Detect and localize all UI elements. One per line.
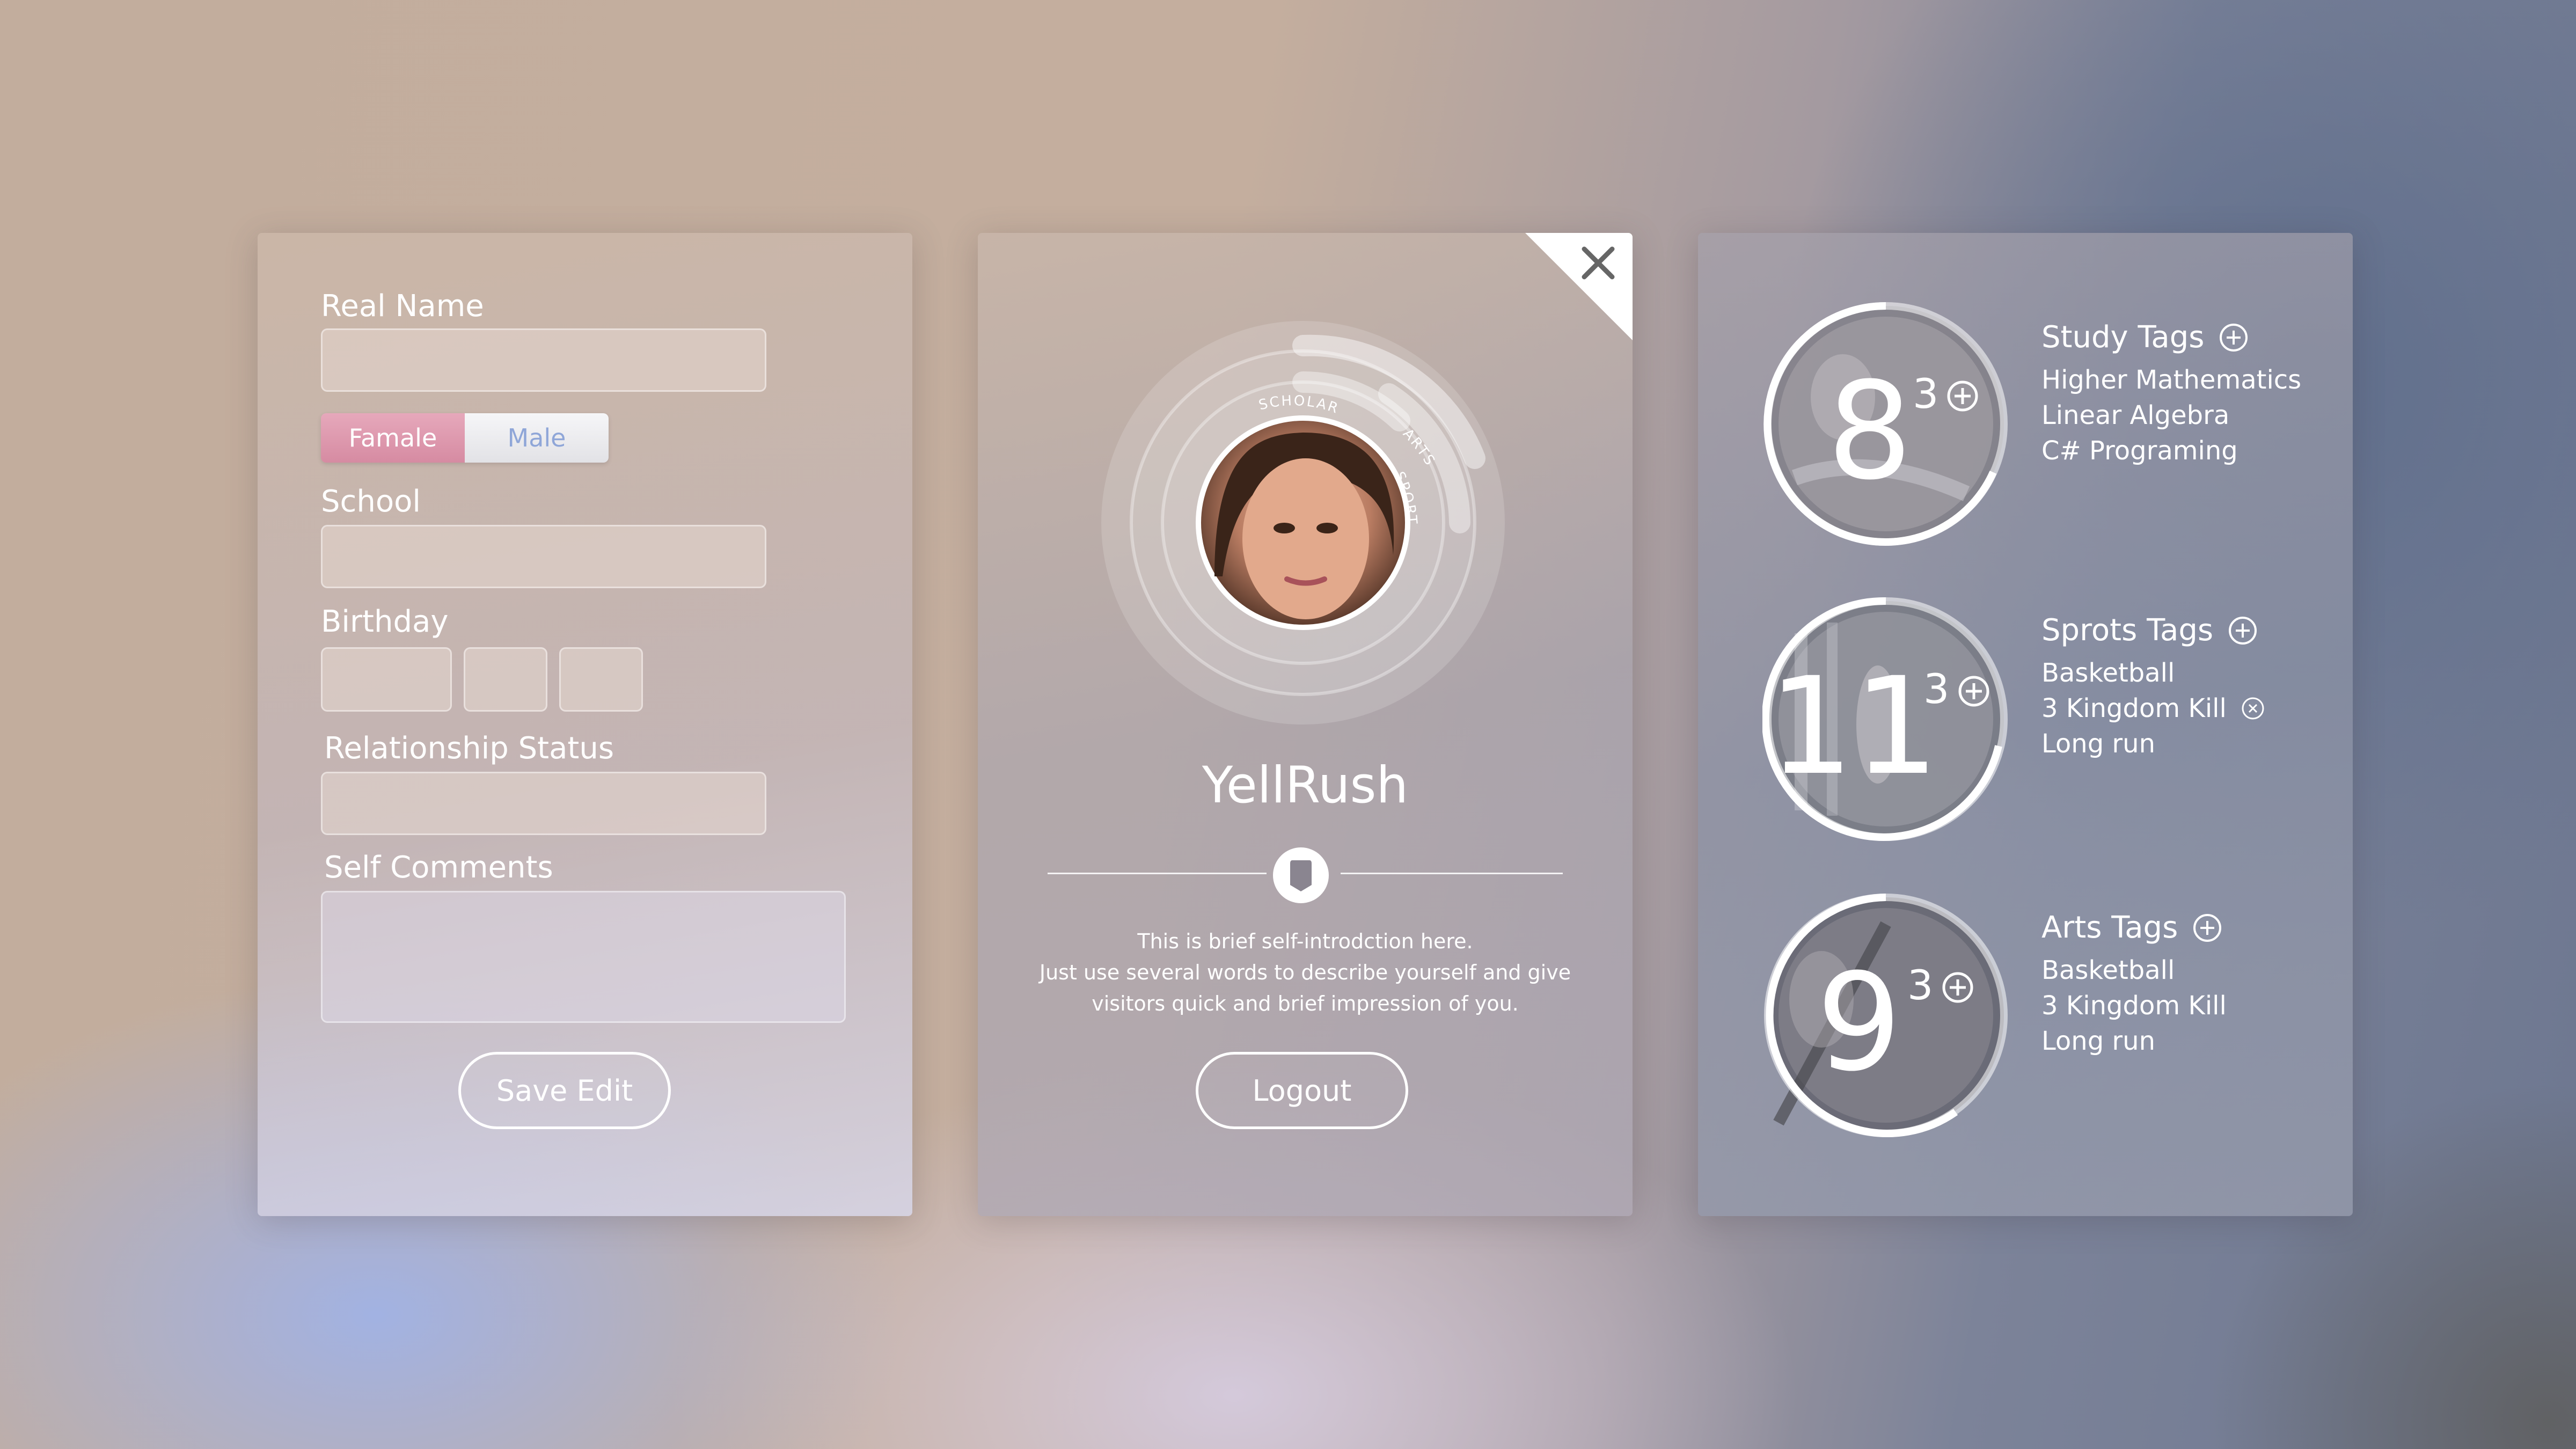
arts-tags-count: 9: [1816, 945, 1901, 1101]
sports-tags-count: 11: [1768, 648, 1939, 804]
self-comments-label: Self Comments: [324, 850, 553, 885]
sports-tags-extra: 3: [1923, 665, 1949, 713]
tags-panel: 8 3 Study Tags Higher Mathematics Linear…: [1698, 233, 2353, 1216]
gender-male-option[interactable]: Male: [465, 413, 609, 463]
study-tags-count: 8: [1827, 353, 1912, 509]
sports-tags-circle[interactable]: 11 3: [1762, 596, 2009, 843]
relationship-status-label: Relationship Status: [324, 731, 614, 766]
arts-tags-title: Arts Tags: [2041, 910, 2178, 945]
study-tag-item[interactable]: C# Programing: [2041, 436, 2238, 466]
birthday-label: Birthday: [321, 604, 449, 639]
add-study-tag-icon[interactable]: [2218, 322, 2249, 353]
self-comments-textarea[interactable]: [321, 891, 846, 1023]
birthday-month-input[interactable]: [464, 647, 547, 712]
add-sports-tag-icon[interactable]: [2227, 615, 2258, 646]
divider-left: [1048, 873, 1267, 874]
arts-tag-item[interactable]: Basketball: [2041, 955, 2175, 985]
sports-tags-header: Sprots Tags: [2041, 613, 2258, 648]
arts-tags-extra: 3: [1907, 961, 1933, 1009]
sports-tag-item[interactable]: Basketball: [2041, 658, 2175, 688]
sports-tag-item[interactable]: Long run: [2041, 729, 2155, 759]
sports-tag-item: 3 Kingdom Kill: [2041, 693, 2265, 723]
study-tags-header: Study Tags: [2041, 320, 2249, 355]
study-tag-item[interactable]: Higher Mathematics: [2041, 365, 2301, 395]
school-label: School: [321, 484, 421, 519]
real-name-label: Real Name: [321, 289, 484, 324]
divider-right: [1341, 873, 1563, 874]
badge-icon: [1273, 847, 1329, 903]
username: YellRush: [1202, 756, 1409, 815]
gender-female-option[interactable]: Famale: [321, 413, 465, 463]
relationship-status-input[interactable]: [321, 772, 766, 835]
profile-edit-panel: Real Name Famale Male School Birthday Re…: [258, 233, 912, 1216]
tag-rings: SCHOLAR ARTS SPORTS: [1099, 319, 1505, 724]
sports-tag-item-label[interactable]: 3 Kingdom Kill: [2041, 693, 2227, 723]
remove-tag-icon[interactable]: [2241, 696, 2265, 721]
logout-button[interactable]: Logout: [1196, 1052, 1408, 1129]
school-input[interactable]: [321, 525, 766, 588]
save-edit-button[interactable]: Save Edit: [458, 1052, 671, 1129]
arts-tag-item[interactable]: 3 Kingdom Kill: [2041, 991, 2227, 1021]
real-name-input[interactable]: [321, 328, 766, 392]
study-tags-title: Study Tags: [2041, 320, 2205, 355]
arts-tag-item[interactable]: Long run: [2041, 1026, 2155, 1056]
gender-toggle: Famale Male: [321, 413, 609, 463]
sports-tags-title: Sprots Tags: [2041, 613, 2214, 648]
arts-tags-header: Arts Tags: [2041, 910, 2223, 945]
arts-tags-circle[interactable]: 9 3: [1762, 892, 2009, 1139]
birthday-year-input[interactable]: [321, 647, 452, 712]
profile-card-panel: SCHOLAR ARTS SPORTS YellRush This is bri…: [978, 233, 1633, 1216]
close-icon[interactable]: [1577, 241, 1620, 284]
birthday-day-input[interactable]: [559, 647, 643, 712]
intro-line-3: visitors quick and brief impression of y…: [1092, 992, 1519, 1015]
study-tags-extra: 3: [1913, 370, 1938, 418]
study-tag-item[interactable]: Linear Algebra: [2041, 400, 2229, 430]
intro-line-1: This is brief self-introdction here.: [1137, 930, 1473, 953]
avatar[interactable]: [1196, 415, 1410, 630]
study-tags-circle[interactable]: 8 3: [1762, 301, 2009, 547]
intro-line-2: Just use several words to describe yours…: [1039, 961, 1571, 984]
add-arts-tag-icon[interactable]: [2192, 912, 2223, 943]
